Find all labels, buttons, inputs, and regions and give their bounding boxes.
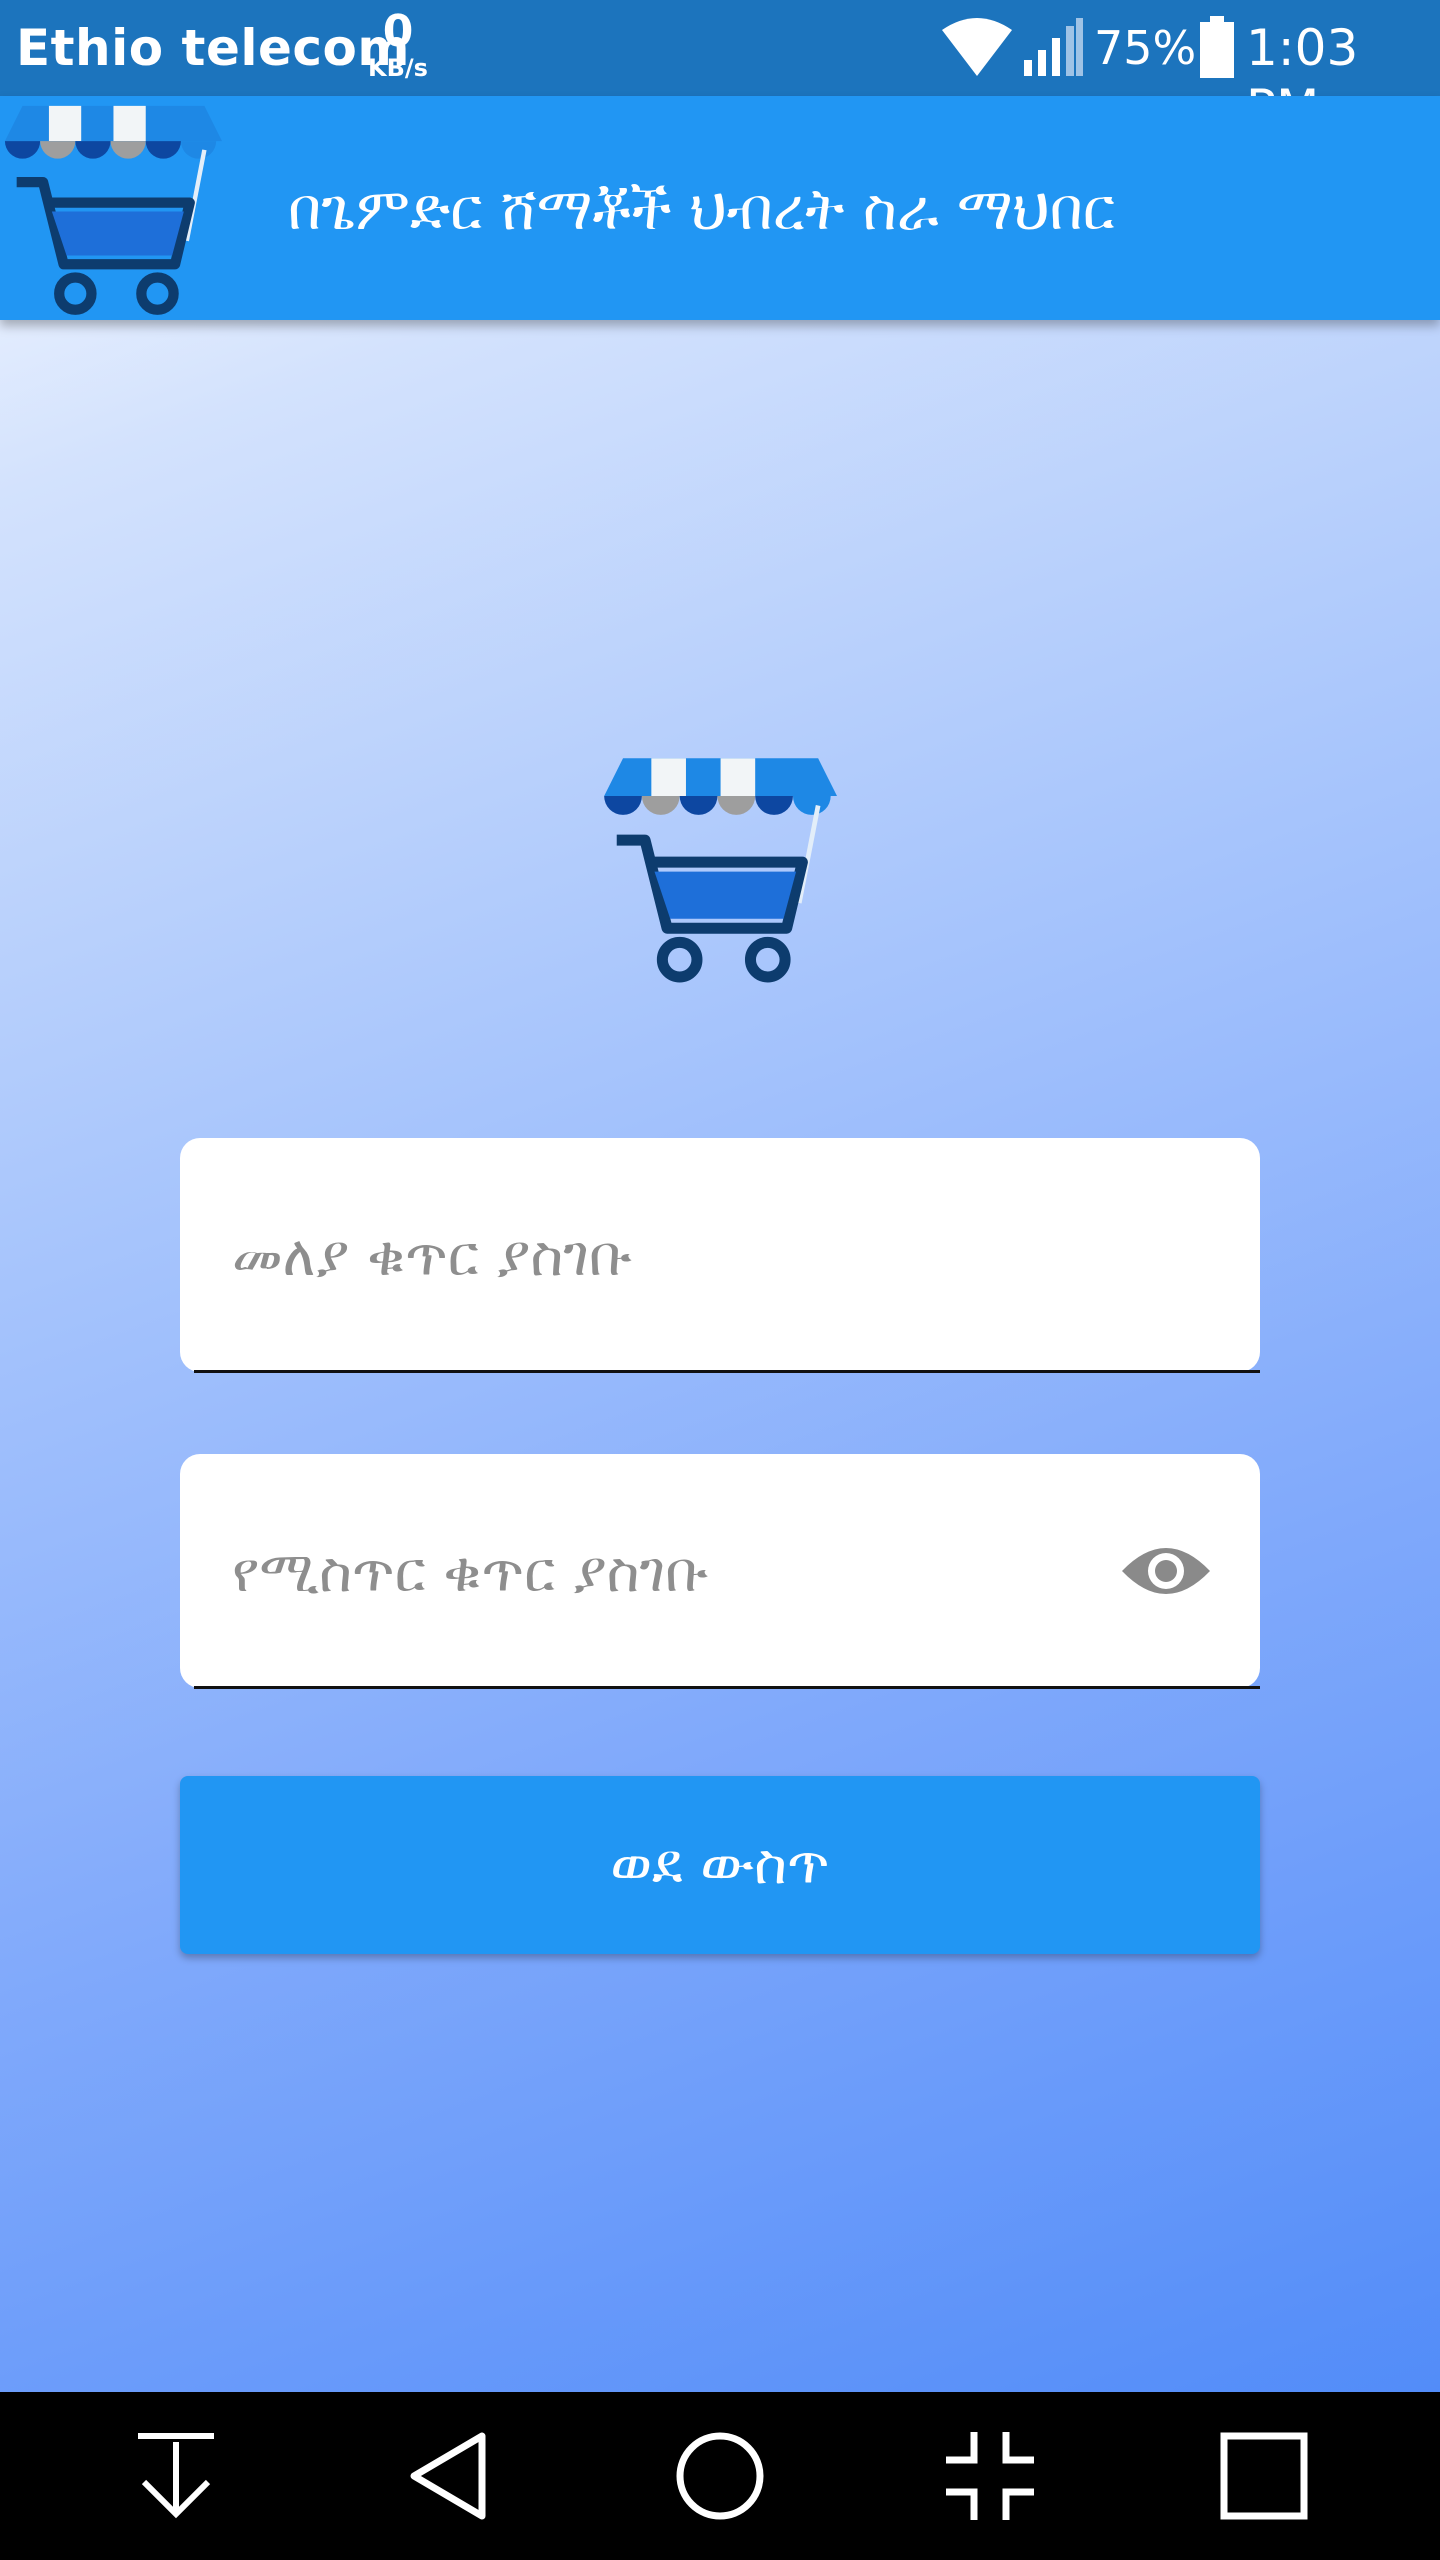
data-rate-indicator: 0 KB/s [358, 6, 438, 82]
pin-field [180, 1454, 1260, 1690]
quick-switch-icon[interactable] [940, 2426, 1040, 2526]
carrier-name: Ethio telecom [16, 19, 410, 77]
shopping-cart-logo-icon [4, 105, 222, 315]
back-icon[interactable] [400, 2426, 500, 2526]
eye-icon[interactable] [1120, 1539, 1212, 1603]
member-id-field [180, 1138, 1260, 1374]
member-id-input[interactable] [230, 1138, 1154, 1374]
notification-pull-down-icon[interactable] [126, 2426, 226, 2526]
battery-percentage: 75% [1094, 21, 1197, 75]
app-bar: በጌምድር ሸማቾች ህብረት ስራ ማህበር [0, 96, 1440, 320]
recent-apps-icon[interactable] [1214, 2426, 1314, 2526]
shopping-cart-logo-icon [604, 758, 837, 983]
pin-input[interactable] [230, 1454, 1154, 1690]
navigation-bar [0, 2392, 1440, 2560]
app-title: በጌምድር ሸማቾች ህብረት ስራ ማህበር [288, 175, 1115, 243]
data-rate-unit: KB/s [368, 54, 428, 82]
signal-icon [1024, 18, 1083, 76]
login-button[interactable]: ወደ ውስጥ [180, 1776, 1260, 1954]
battery-icon [1200, 16, 1234, 78]
data-rate-value: 0 [382, 6, 414, 57]
home-icon[interactable] [670, 2426, 770, 2526]
login-screen: Ethio telecom 0 KB/s 75% 1:03 PM [0, 0, 1440, 2560]
wifi-icon [942, 18, 1012, 76]
status-bar: Ethio telecom 0 KB/s 75% 1:03 PM [0, 0, 1440, 137]
